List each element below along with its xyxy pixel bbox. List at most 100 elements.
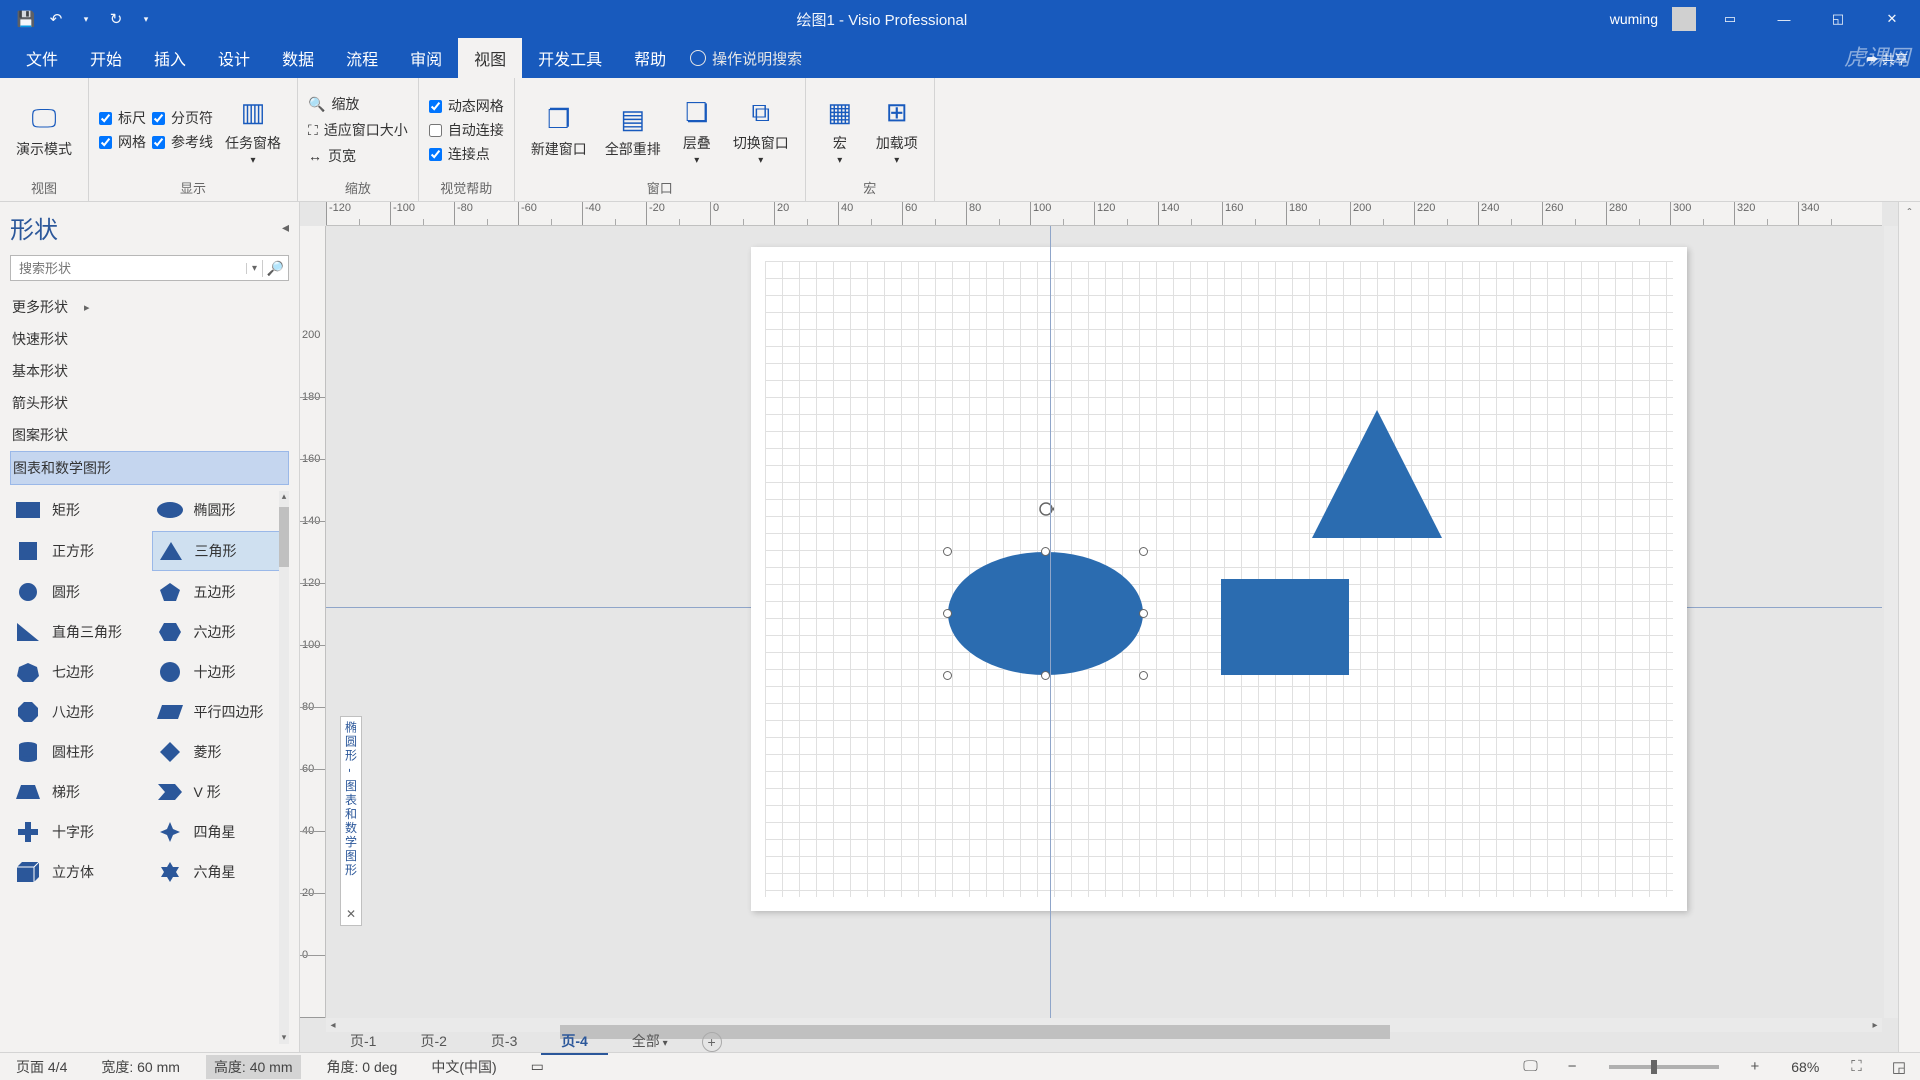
search-shapes-input[interactable] [11, 261, 246, 276]
shape-item-pentagon[interactable]: 五边形 [152, 573, 290, 611]
shape-item-cylinder[interactable]: 圆柱形 [10, 733, 148, 771]
share-button[interactable]: ⮫ 共享 [1866, 49, 1908, 68]
zoom-slider[interactable] [1609, 1065, 1719, 1069]
menu-tab-视图[interactable]: 视图 [458, 38, 522, 78]
fit-page-icon[interactable]: ⛶ [1845, 1056, 1868, 1077]
minimize-icon[interactable]: — [1764, 6, 1804, 32]
undo-drop-icon[interactable]: ▾ [78, 11, 94, 27]
shape-item-star6[interactable]: 六角星 [152, 853, 290, 891]
redo-icon[interactable]: ↻ [108, 11, 124, 27]
dynamic-grid-checkbox[interactable]: 动态网格 [429, 96, 504, 116]
collapse-ribbon-icon[interactable]: ˆ [1898, 202, 1920, 1052]
connection-points-checkbox[interactable]: 连接点 [429, 144, 504, 164]
scroll-right-icon[interactable]: ▸ [1868, 1020, 1882, 1031]
chart-math-category[interactable]: 图表和数学图形 [10, 451, 289, 485]
scroll-up-icon[interactable]: ▴ [279, 491, 289, 503]
shape-item-right-triangle[interactable]: 直角三角形 [10, 613, 148, 651]
shape-item-diamond[interactable]: 菱形 [152, 733, 290, 771]
shape-item-rectangle[interactable]: 矩形 [10, 491, 148, 529]
undo-icon[interactable]: ↶ [48, 11, 64, 27]
pattern-shapes-category[interactable]: 图案形状 [10, 419, 289, 451]
search-icon[interactable]: 🔎 [262, 260, 288, 277]
resize-handle[interactable] [943, 609, 952, 618]
auto-connect-checkbox[interactable]: 自动连接 [429, 120, 504, 140]
shape-item-circle[interactable]: 圆形 [10, 573, 148, 611]
presentation-mode-button[interactable]: 🖵 演示模式 [10, 97, 78, 163]
zoom-percent[interactable]: 68% [1783, 1057, 1827, 1077]
shape-item-cross[interactable]: 十字形 [10, 813, 148, 851]
zoom-button[interactable]: 🔍缩放 [308, 94, 408, 114]
ribbon-options-icon[interactable]: ▭ [1710, 6, 1750, 32]
resize-handle[interactable] [1139, 671, 1148, 680]
new-window-button[interactable]: ❐新建窗口 [525, 97, 593, 163]
shape-item-heptagon[interactable]: 七边形 [10, 653, 148, 691]
menu-tab-插入[interactable]: 插入 [138, 38, 202, 78]
shape-item-octagon[interactable]: 八边形 [10, 693, 148, 731]
scroll-down-icon[interactable]: ▾ [279, 1032, 289, 1044]
zoom-out-button[interactable]: − [1562, 1056, 1583, 1077]
status-width[interactable]: 宽度: 60 mm [93, 1055, 188, 1079]
resize-handle[interactable] [1139, 547, 1148, 556]
shape-item-ellipse[interactable]: 椭圆形 [152, 491, 290, 529]
menu-tab-开发工具[interactable]: 开发工具 [522, 38, 618, 78]
search-drop-icon[interactable]: ▾ [246, 263, 262, 274]
add-page-button[interactable]: + [702, 1032, 722, 1052]
shapes-scrollbar-thumb[interactable] [279, 507, 289, 567]
resize-handle[interactable] [1139, 609, 1148, 618]
shape-item-star4[interactable]: 四角星 [152, 813, 290, 851]
menu-tab-审阅[interactable]: 审阅 [394, 38, 458, 78]
resize-handle[interactable] [1041, 671, 1050, 680]
tell-me[interactable]: 操作说明搜索 [712, 48, 802, 69]
save-icon[interactable]: 💾 [18, 11, 34, 27]
menu-tab-开始[interactable]: 开始 [74, 38, 138, 78]
presentation-status-icon[interactable]: 🖵 [1517, 1056, 1543, 1077]
shape-item-trapezoid[interactable]: 梯形 [10, 773, 148, 811]
page-tab-3[interactable]: 页-3 [471, 1029, 537, 1055]
username[interactable]: wuming [1610, 11, 1658, 27]
triangle-shape[interactable] [1312, 410, 1442, 538]
pagebreaks-checkbox[interactable]: 分页符 [152, 108, 213, 128]
shape-item-triangle[interactable]: 三角形 [152, 531, 290, 571]
collapse-panel-icon[interactable]: ◂ [282, 219, 289, 236]
close-flag-icon[interactable]: ✕ [346, 907, 356, 921]
menu-tab-数据[interactable]: 数据 [266, 38, 330, 78]
grid-checkbox[interactable]: 网格 [99, 132, 146, 152]
rotation-handle-icon[interactable] [1037, 500, 1055, 518]
drawing-page[interactable] [751, 247, 1687, 911]
resize-handle[interactable] [943, 671, 952, 680]
status-page[interactable]: 页面 4/4 [8, 1055, 75, 1079]
cascade-button[interactable]: ❏层叠▾ [673, 91, 721, 170]
guides-checkbox[interactable]: 参考线 [152, 132, 213, 152]
shape-item-square[interactable]: 正方形 [10, 531, 148, 571]
arrange-all-button[interactable]: ▤全部重排 [599, 97, 667, 163]
status-angle[interactable]: 角度: 0 deg [319, 1055, 406, 1079]
shape-item-hexagon[interactable]: 六边形 [152, 613, 290, 651]
menu-tab-流程[interactable]: 流程 [330, 38, 394, 78]
arrow-shapes-category[interactable]: 箭头形状 [10, 387, 289, 419]
rectangle-shape[interactable] [1221, 579, 1349, 675]
quick-shapes-category[interactable]: 快速形状 [10, 323, 289, 355]
drawing-canvas[interactable]: 椭圆形 - 图表和数学图形 ✕ [326, 226, 1882, 1018]
status-language[interactable]: 中文(中国) [423, 1055, 504, 1079]
switch-window-button[interactable]: ⧉切换窗口▾ [727, 91, 795, 170]
macro-record-icon[interactable]: ▭ [523, 1056, 552, 1077]
shape-item-chevron[interactable]: V 形 [152, 773, 290, 811]
fit-window-button[interactable]: ⛶适应窗口大小 [308, 120, 408, 140]
maximize-icon[interactable]: ◱ [1818, 6, 1858, 32]
basic-shapes-category[interactable]: 基本形状 [10, 355, 289, 387]
resize-handle[interactable] [943, 547, 952, 556]
qat-drop-icon[interactable]: ▾ [138, 11, 154, 27]
page-tab-2[interactable]: 页-2 [400, 1029, 466, 1055]
page-width-button[interactable]: ↔页宽 [308, 146, 408, 166]
all-pages-tab[interactable]: 全部 [612, 1029, 688, 1055]
status-height[interactable]: 高度: 40 mm [206, 1055, 301, 1079]
ellipse-shape-selected[interactable] [948, 552, 1143, 675]
side-flag-tab[interactable]: 椭圆形 - 图表和数学图形 ✕ [340, 716, 362, 926]
shape-item-decagon[interactable]: 十边形 [152, 653, 290, 691]
menu-tab-文件[interactable]: 文件 [10, 38, 74, 78]
taskpanes-button[interactable]: ▥ 任务窗格▾ [219, 91, 287, 170]
shape-item-parallelogram[interactable]: 平行四边形 [152, 693, 290, 731]
more-shapes-category[interactable]: 更多形状 [10, 291, 289, 323]
addins-button[interactable]: ⊞加载项▾ [870, 91, 924, 170]
menu-tab-设计[interactable]: 设计 [202, 38, 266, 78]
